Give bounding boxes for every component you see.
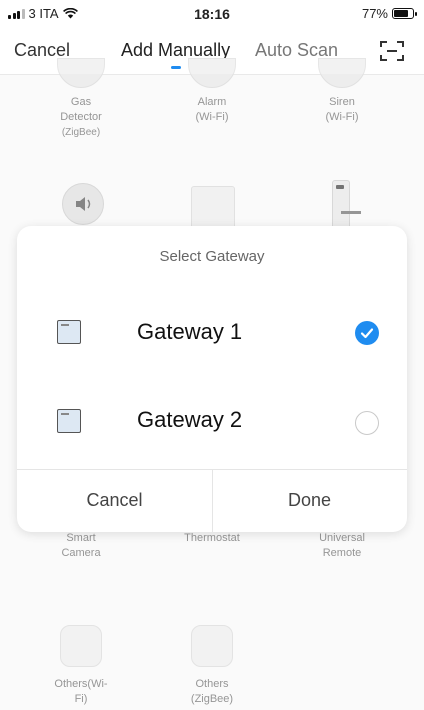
gateway-name: Gateway 2 — [137, 407, 243, 432]
gateway-option-1[interactable]: Gateway 1 — [17, 297, 407, 367]
battery-icon — [392, 8, 417, 19]
gateway-device-icon — [57, 320, 81, 344]
dialog-cancel-button[interactable]: Cancel — [17, 469, 212, 532]
status-right: 77% — [361, 6, 417, 21]
scan-frame-icon[interactable] — [380, 40, 404, 62]
radio-checked-icon[interactable] — [355, 321, 379, 345]
dialog-title: Select Gateway — [159, 248, 265, 265]
radio-unchecked-icon[interactable] — [355, 411, 379, 435]
status-bar: 3 ITA 18:16 77% — [0, 0, 424, 26]
gateway-option-2[interactable]: Gateway 2 — [17, 386, 407, 456]
dialog-done-button[interactable]: Done — [212, 469, 407, 532]
battery-percent: 77% — [361, 6, 388, 21]
select-gateway-dialog: Select Gateway Gateway 1 Gateway 2 Cance… — [17, 226, 407, 532]
status-time: 18:16 — [194, 6, 230, 22]
gateway-device-icon — [57, 409, 81, 433]
gateway-name: Gateway 1 — [137, 319, 243, 344]
active-tab-indicator — [171, 66, 181, 69]
